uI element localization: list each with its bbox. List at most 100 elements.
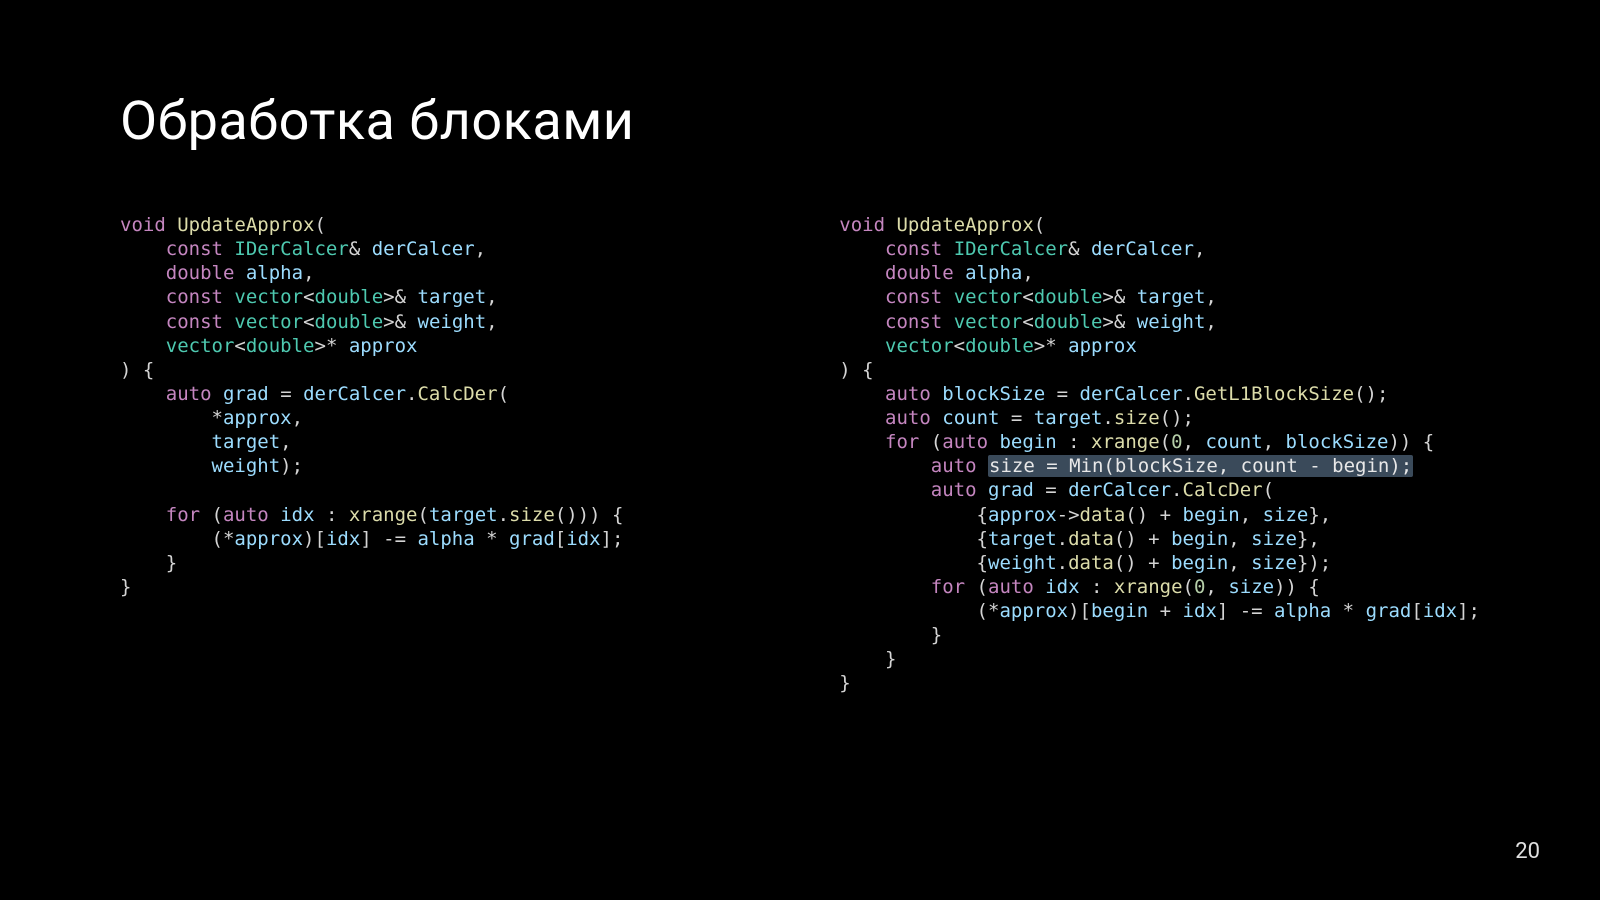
kw-auto: auto	[931, 479, 977, 501]
var: approx	[234, 528, 303, 550]
punct: +	[1148, 600, 1182, 622]
punct: ];	[601, 528, 624, 550]
code-columns: void UpdateApprox( const IDerCalcer& der…	[120, 213, 1480, 696]
punct: (*	[212, 528, 235, 550]
gt: >	[1034, 335, 1045, 357]
param: approx	[349, 335, 418, 357]
paren: ())) {	[555, 504, 624, 526]
punct: [	[555, 528, 566, 550]
kw-auto: auto	[931, 455, 977, 477]
eq: =	[999, 407, 1033, 429]
arrow: ->	[1057, 504, 1080, 526]
star: *	[212, 407, 223, 429]
param: target	[1137, 286, 1206, 308]
paren: ();	[1354, 383, 1388, 405]
lt: <	[1022, 286, 1033, 308]
obj: target	[429, 504, 498, 526]
var: weight	[988, 552, 1057, 574]
tparam: double	[315, 311, 384, 333]
var: size	[1228, 576, 1274, 598]
punct: (*	[977, 600, 1000, 622]
type: vector	[166, 335, 235, 357]
dot: .	[406, 383, 417, 405]
gt: >	[1102, 311, 1113, 333]
punct: *	[475, 528, 509, 550]
brace: {	[977, 528, 988, 550]
comma: ,	[1194, 238, 1205, 260]
kw-const: const	[166, 286, 223, 308]
kw-const: const	[166, 311, 223, 333]
method: data	[1068, 552, 1114, 574]
comma: ,	[1183, 431, 1206, 453]
tparam: double	[246, 335, 315, 357]
amp: &	[1068, 238, 1079, 260]
method: data	[1080, 504, 1126, 526]
param: derCalcer	[372, 238, 475, 260]
dot: .	[1102, 407, 1113, 429]
tparam: double	[965, 335, 1034, 357]
punct: ];	[1457, 600, 1480, 622]
brace: }	[839, 672, 850, 694]
comma: ,	[303, 262, 314, 284]
colon: :	[1080, 576, 1114, 598]
punct: )[	[1068, 600, 1091, 622]
code-left-pre: void UpdateApprox( const IDerCalcer& der…	[120, 213, 749, 599]
lt: <	[303, 311, 314, 333]
paren: (	[1183, 576, 1194, 598]
var: idx	[566, 528, 600, 550]
type: vector	[954, 286, 1023, 308]
method: GetL1BlockSize	[1194, 383, 1354, 405]
star: *	[326, 335, 337, 357]
paren: )) {	[1274, 576, 1320, 598]
var: approx	[999, 600, 1068, 622]
paren: )) {	[1388, 431, 1434, 453]
var: size	[1251, 552, 1297, 574]
eq: =	[269, 383, 303, 405]
kw-void: void	[120, 214, 166, 236]
brace: }	[931, 624, 942, 646]
var: idx	[1045, 576, 1079, 598]
brace: }	[166, 552, 177, 574]
var: approx	[223, 407, 292, 429]
paren: );	[280, 455, 303, 477]
comma: ,	[486, 286, 497, 308]
obj: target	[1034, 407, 1103, 429]
var: grad	[1366, 600, 1412, 622]
comma: ,	[475, 238, 486, 260]
code-left: void UpdateApprox( const IDerCalcer& der…	[120, 213, 749, 696]
kw-const: const	[885, 286, 942, 308]
var: size	[1251, 528, 1297, 550]
kw-double: double	[885, 262, 954, 284]
dot: .	[1171, 479, 1182, 501]
code-right-pre: void UpdateApprox( const IDerCalcer& der…	[839, 213, 1480, 696]
dot: .	[498, 504, 509, 526]
amp: &	[1114, 286, 1125, 308]
brace: {	[977, 504, 988, 526]
var: idx	[326, 528, 360, 550]
param: alpha	[965, 262, 1022, 284]
punct: ] -=	[360, 528, 417, 550]
kw-const: const	[166, 238, 223, 260]
kw-double: double	[166, 262, 235, 284]
var: blockSize	[1286, 431, 1389, 453]
var: size	[1263, 504, 1309, 526]
page-number: 20	[1515, 839, 1540, 864]
brace: },	[1308, 504, 1331, 526]
punct: () +	[1114, 528, 1171, 550]
kw-auto: auto	[885, 383, 931, 405]
var: weight	[212, 455, 281, 477]
param: target	[418, 286, 487, 308]
brace: ) {	[839, 359, 873, 381]
fn: xrange	[349, 504, 418, 526]
kw-const: const	[885, 238, 942, 260]
fn-name: UpdateApprox	[896, 214, 1033, 236]
comma: ,	[1022, 262, 1033, 284]
type: vector	[954, 311, 1023, 333]
gt: >	[383, 286, 394, 308]
var: target	[212, 431, 281, 453]
paren: (	[1034, 214, 1045, 236]
brace: },	[1297, 528, 1320, 550]
paren: (	[498, 383, 509, 405]
paren: (	[315, 214, 326, 236]
type: IDerCalcer	[954, 238, 1068, 260]
